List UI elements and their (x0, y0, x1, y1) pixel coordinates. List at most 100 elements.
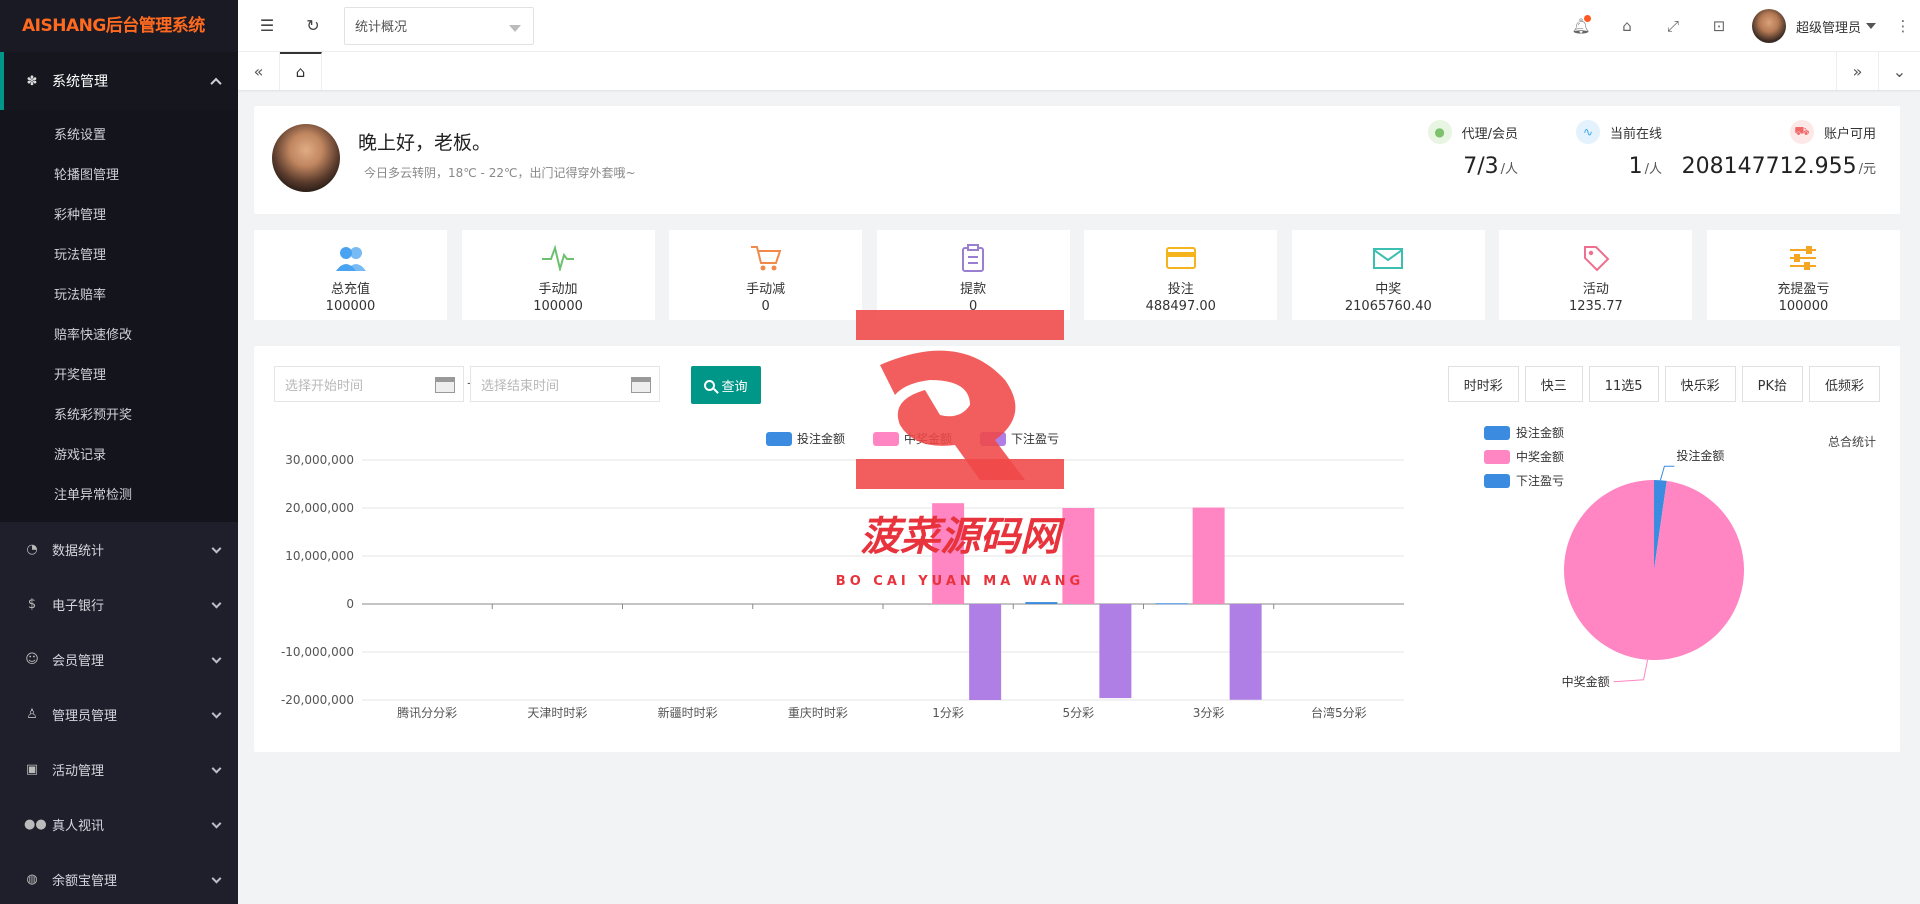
stat-balance: ⛟ 账户可用 208147712.955/元 (1682, 120, 1876, 179)
top-bar-right: 🔔︎ ⌂ ⤢ ⊡ 超级管理员 ⋮ (1558, 0, 1920, 52)
sidebar-group-label: 真人视讯 (52, 819, 105, 834)
sidebar-group-activities[interactable]: ▣ 活动管理 (0, 742, 238, 797)
stat-unit: /人 (1644, 162, 1662, 177)
main-content: 晚上好，老板。 今日多云转阴，18℃ - 22℃，出门记得穿外套哦~ ● 代理/会… (238, 90, 1920, 904)
tab-options-icon[interactable]: ⌄ (1878, 52, 1920, 90)
chart-y-tick-label: 0 (346, 597, 354, 611)
sidebar-item-lottery-types[interactable]: 彩种管理 (0, 196, 238, 236)
pie-slice (1564, 480, 1744, 660)
stat-online: ∿ 当前在线 1/人 (1575, 120, 1662, 179)
sidebar-item-play-odds[interactable]: 玩法赔率 (0, 276, 238, 316)
menu-toggle-icon[interactable]: ☰ (244, 0, 290, 52)
tab-scroll-left-icon[interactable]: « (238, 52, 280, 90)
chart-x-tick-label: 1分彩 (932, 706, 964, 720)
pie-legend-label: 投注金额 (1516, 425, 1564, 440)
chart-bar (1099, 604, 1132, 699)
kpi-withdraw[interactable]: 提款 0 (876, 230, 1070, 320)
sidebar-group-live-video[interactable]: ●● 真人视讯 (0, 797, 238, 852)
tab-bar-right: » ⌄ (1836, 52, 1920, 90)
sidebar-item-game-records[interactable]: 游戏记录 (0, 436, 238, 476)
weather-text: 今日多云转阴，18℃ - 22℃，出门记得穿外套哦~ (364, 166, 636, 180)
avatar (1751, 9, 1786, 43)
more-icon[interactable]: ⋮ (1886, 0, 1920, 52)
lock-icon[interactable]: ⊡ (1696, 0, 1742, 52)
kpi-manual-subtract[interactable]: 手动减 0 (669, 230, 863, 320)
sidebar-group-admins[interactable]: ♙ 管理员管理 (0, 687, 238, 742)
chevron-down-icon (509, 24, 521, 32)
filter-k3[interactable]: 快三 (1524, 366, 1583, 402)
filter-pk10[interactable]: PK拾 (1741, 366, 1803, 402)
chevron-down-icon (211, 763, 222, 774)
users-icon: ●● (24, 817, 47, 832)
sidebar-group-label: 会员管理 (52, 654, 105, 669)
sidebar-item-system-settings[interactable]: 系统设置 (0, 116, 238, 156)
stat-label: 代理/会员 (1461, 126, 1518, 142)
tag-icon[interactable]: ⌂ (1604, 0, 1650, 52)
pulse-icon: ∿ (1575, 120, 1600, 144)
fullscreen-icon[interactable]: ⤢ (1650, 0, 1696, 52)
chart-y-tick-label: 10,000,000 (285, 549, 354, 563)
chevron-down-icon (211, 653, 222, 664)
tab-scroll-right-icon[interactable]: » (1836, 52, 1878, 90)
sidebar-group-label: 活动管理 (52, 764, 105, 779)
chart-y-tick-label: -10,000,000 (281, 645, 354, 659)
dashboard-icon: ◔ (26, 542, 38, 557)
sidebar-group-ebank[interactable]: $ 电子银行 (0, 577, 238, 632)
mail-icon (1373, 248, 1404, 269)
sidebar-group-members[interactable]: ☺ 会员管理 (0, 632, 238, 687)
chart-legend-label: 下注盈亏 (1011, 431, 1059, 446)
stat-value: 1 (1628, 154, 1643, 179)
kpi-label: 中奖 (1375, 282, 1402, 297)
filter-ssc[interactable]: 时时彩 (1447, 366, 1519, 402)
kpi-label: 充提盈亏 (1777, 282, 1830, 297)
person-icon: ♙ (26, 707, 38, 722)
kpi-value: 100000 (533, 299, 583, 314)
pie-legend-swatch (1484, 474, 1510, 488)
sidebar-item-play-manage[interactable]: 玩法管理 (0, 236, 238, 276)
bar-chart: 30,000,000 20,000,000 10,000,000 0 -10,000,0… (281, 431, 1404, 720)
nav-head-system[interactable]: ✽ 系统管理 (0, 52, 238, 110)
kpi-win[interactable]: 中奖 21065760.40 (1291, 230, 1485, 320)
nav-head-label: 系统管理 (52, 74, 108, 90)
sidebar-group-yuebao[interactable]: ◍ 余额宝管理 (0, 852, 238, 904)
sidebar-item-bet-anomaly[interactable]: 注单异常检测 (0, 476, 238, 516)
user-menu[interactable]: 超级管理员 (1742, 9, 1886, 43)
kpi-manual-add[interactable]: 手动加 100000 (461, 230, 655, 320)
chart-x-tick-label: 5分彩 (1063, 706, 1095, 720)
sidebar-item-draw-manage[interactable]: 开奖管理 (0, 356, 238, 396)
filter-klc[interactable]: 快乐彩 (1664, 366, 1736, 402)
pie-slice-label: 投注金额 (1676, 448, 1724, 463)
kpi-value: 100000 (325, 299, 376, 314)
kpi-activity[interactable]: 活动 1235.77 (1499, 230, 1693, 320)
kpi-value: 21065760.40 (1344, 299, 1432, 314)
page-select[interactable]: 统计概况 (344, 6, 534, 45)
filter-11x5[interactable]: 11选5 (1588, 366, 1659, 402)
sidebar-group-data-stats[interactable]: ◔ 数据统计 (0, 522, 238, 577)
chevron-down-icon (211, 708, 222, 719)
pie-title: 总合统计 (1828, 434, 1876, 449)
chart-y-tick-label: 30,000,000 (285, 453, 354, 467)
sidebar-item-odds-quick-edit[interactable]: 赔率快速修改 (0, 316, 238, 356)
chevron-down-icon (211, 873, 222, 884)
kpi-recharge-profit[interactable]: 充提盈亏 100000 (1706, 230, 1900, 320)
kpi-label: 手动减 (746, 282, 786, 297)
tab-home[interactable]: ⌂ (280, 52, 322, 90)
wallet-icon: ◍ (26, 872, 38, 887)
kpi-total-recharge[interactable]: 总充值 100000 (254, 230, 447, 320)
bell-icon[interactable]: 🔔︎ (1558, 0, 1604, 52)
chart-x-tick-label: 新疆时时彩 (658, 705, 718, 720)
pie-legend-label: 下注盈亏 (1516, 473, 1564, 488)
kpi-value: 0 (969, 299, 978, 314)
pie-legend-swatch (1484, 450, 1510, 464)
app-logo[interactable]: AISHANG后台管理系统 (0, 0, 238, 52)
sidebar-item-carousel[interactable]: 轮播图管理 (0, 156, 238, 196)
kpi-bet[interactable]: 投注 488497.00 (1084, 230, 1278, 320)
sidebar-item-pre-draw[interactable]: 系统彩预开奖 (0, 396, 238, 436)
refresh-icon[interactable]: ↻ (290, 0, 336, 52)
card-icon (1165, 247, 1196, 269)
chart-bar (1229, 604, 1262, 700)
sidebar-group-label: 电子银行 (52, 599, 105, 614)
filter-low-freq[interactable]: 低频彩 (1808, 366, 1880, 402)
sidebar: AISHANG后台管理系统 ✽ 系统管理 系统设置 轮播图管理 彩种管理 玩法管… (0, 0, 238, 904)
cart-icon (750, 246, 782, 271)
